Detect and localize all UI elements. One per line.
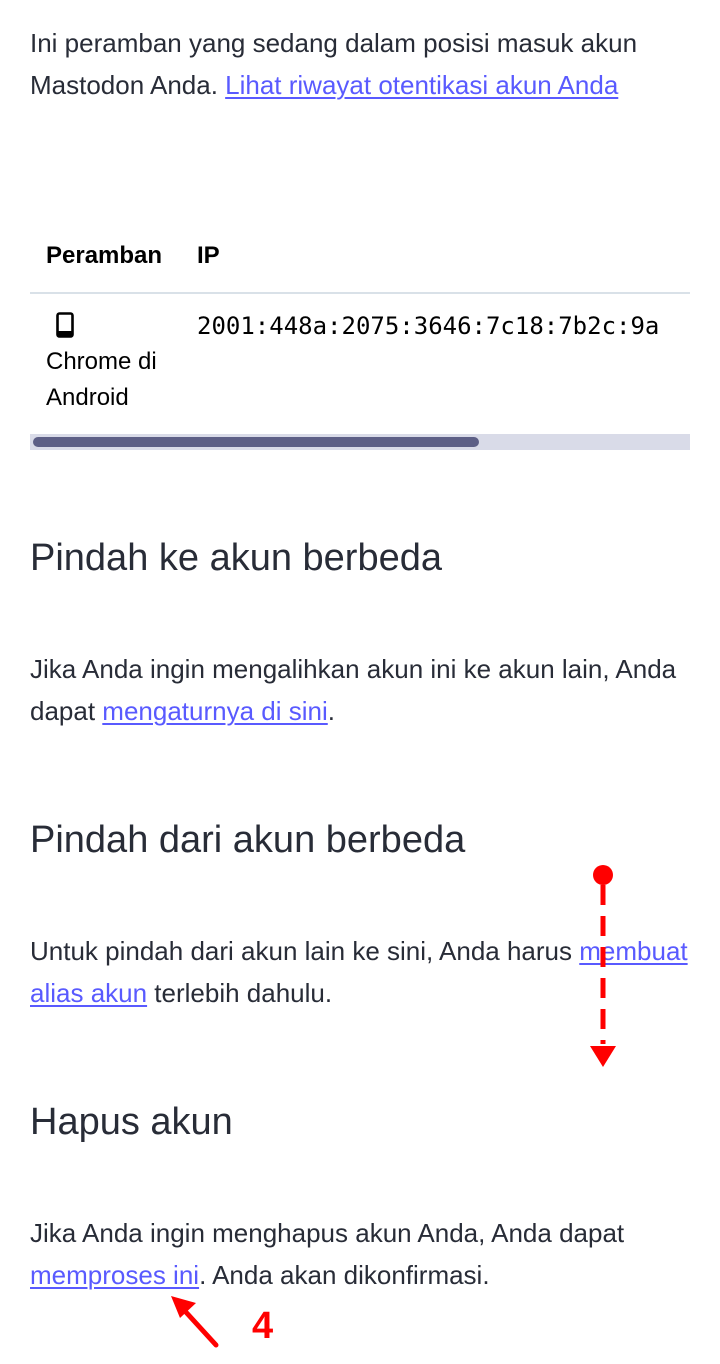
move-to-text-end: . bbox=[327, 696, 335, 726]
configure-redirect-link[interactable]: mengaturnya di sini bbox=[102, 696, 327, 726]
step-number-label: 4 bbox=[252, 1305, 274, 1347]
delete-account-link[interactable]: memproses ini bbox=[30, 1260, 199, 1290]
table-header-divider bbox=[30, 292, 690, 294]
delete-account-heading: Hapus akun bbox=[30, 1101, 233, 1143]
red-arrow-icon bbox=[171, 1296, 219, 1348]
move-from-text: Untuk pindah dari akun lain ke sini, And… bbox=[30, 936, 580, 966]
delete-text: Jika Anda ingin menghapus akun Anda, And… bbox=[30, 1218, 625, 1248]
browser-cell: Chrome di Android bbox=[46, 348, 157, 411]
delete-account-paragraph: Jika Anda ingin menghapus akun Anda, And… bbox=[30, 1212, 690, 1296]
scrollbar-thumb[interactable] bbox=[33, 437, 479, 447]
move-from-heading: Pindah dari akun berbeda bbox=[30, 819, 466, 861]
move-from-paragraph: Untuk pindah dari akun lain ke sini, And… bbox=[30, 930, 690, 1014]
horizontal-scrollbar[interactable] bbox=[30, 434, 690, 450]
column-header-ip: IP bbox=[197, 242, 220, 269]
auth-history-link[interactable]: Lihat riwayat otentikasi akun Anda bbox=[225, 70, 618, 100]
delete-text-end: . Anda akan dikonfirmasi. bbox=[199, 1260, 490, 1290]
sessions-table: Peramban IP Chrome di Android 2001:448a:… bbox=[30, 226, 690, 450]
ip-cell: 2001:448a:2075:3646:7c18:7b2c:9a bbox=[197, 312, 660, 340]
intro-paragraph: Ini peramban yang sedang dalam posisi ma… bbox=[30, 22, 690, 106]
column-header-browser: Peramban bbox=[46, 242, 163, 269]
move-to-paragraph: Jika Anda ingin mengalihkan akun ini ke … bbox=[30, 648, 690, 732]
move-from-text-end: terlebih dahulu. bbox=[147, 978, 333, 1008]
mobile-phone-icon bbox=[56, 312, 74, 338]
move-to-heading: Pindah ke akun berbeda bbox=[30, 537, 442, 579]
